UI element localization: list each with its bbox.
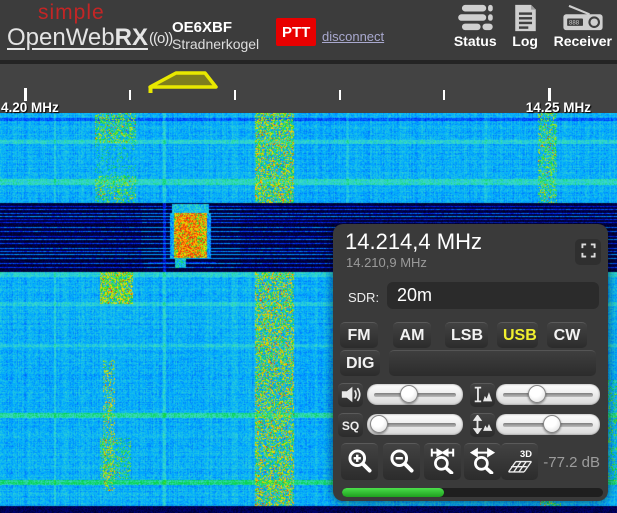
nav-label-log: Log: [512, 33, 538, 49]
mode-button-fm[interactable]: FM: [340, 322, 378, 348]
zoom-out-button[interactable]: [383, 443, 420, 480]
nav-item-log[interactable]: Log: [512, 4, 539, 49]
slider-thumb[interactable]: [543, 415, 561, 433]
svg-text:888: 888: [569, 21, 580, 27]
zoom-out-icon: [388, 447, 415, 477]
nav-item-receiver[interactable]: 888 Receiver: [554, 4, 612, 49]
receiver-panel: 14.214,4 MHz 14.210,9 MHz SDR: 20m FM AM…: [333, 224, 608, 501]
digimode-select[interactable]: [389, 350, 596, 376]
passband-indicator[interactable]: [0, 64, 617, 117]
zoom-selection-icon: [429, 447, 456, 477]
header-nav: Status Log 888: [454, 4, 612, 49]
squelch-slider[interactable]: [367, 414, 463, 435]
waterfall-max-button[interactable]: [470, 383, 495, 407]
waterfall-max-slider[interactable]: [496, 384, 600, 405]
header: simple OpenWebRX((o)) OE6XBF Stradnerkog…: [0, 0, 617, 60]
zoom-in-button[interactable]: [341, 443, 378, 480]
openwebrx-app: simple OpenWebRX((o)) OE6XBF Stradnerkog…: [0, 0, 617, 513]
logo-text-bold: RX: [115, 24, 148, 51]
station-info: OE6XBF Stradnerkogel: [172, 19, 259, 53]
sdr-profile-select[interactable]: 20m: [387, 282, 599, 309]
waterfall-max-icon: [472, 385, 494, 407]
disconnect-link[interactable]: disconnect: [322, 29, 384, 44]
log-document-icon: [512, 4, 539, 32]
slider-track: [503, 393, 593, 397]
waterfall-min-icon: [472, 415, 494, 437]
zoom-full-out-button[interactable]: [464, 443, 501, 480]
frequency-scale[interactable]: 4.20 MHz 14.25 MHz: [0, 60, 617, 113]
zoom-full-out-icon: [469, 447, 496, 477]
speaker-icon: [340, 385, 362, 407]
ptt-button[interactable]: PTT: [276, 18, 316, 46]
fullscreen-button[interactable]: [575, 239, 601, 265]
signal-level-readout: -77.2 dB: [508, 454, 600, 471]
slider-thumb[interactable]: [528, 385, 546, 403]
waterfall-auto-button[interactable]: [470, 413, 495, 437]
openwebrx-logo[interactable]: OpenWebRX((o)): [7, 24, 172, 52]
receiver-radio-icon: 888: [561, 4, 605, 32]
squelch-button[interactable]: SQ: [338, 413, 363, 437]
mute-button[interactable]: [338, 383, 363, 407]
mode-button-usb[interactable]: USB: [497, 322, 538, 348]
station-location: Stradnerkogel: [172, 36, 259, 53]
expand-corners-icon: [581, 243, 596, 261]
banner-simple: simple: [38, 1, 105, 25]
zoom-selection-button[interactable]: [424, 443, 461, 480]
waterfall-min-slider[interactable]: [496, 414, 600, 435]
logo-text: OpenWeb: [7, 24, 115, 51]
mode-button-dig[interactable]: DIG: [340, 350, 380, 376]
station-callsign: OE6XBF: [172, 19, 259, 36]
smeter-fill: [342, 488, 444, 497]
mode-button-am[interactable]: AM: [393, 322, 431, 348]
antenna-icon: ((o)): [149, 30, 172, 47]
center-frequency-display: 14.210,9 MHz: [346, 255, 427, 270]
nav-label-status: Status: [454, 33, 497, 49]
tuned-frequency-display[interactable]: 14.214,4 MHz: [345, 229, 482, 255]
mode-button-cw[interactable]: CW: [547, 322, 587, 348]
sdr-label: SDR:: [348, 290, 379, 305]
volume-slider[interactable]: [367, 384, 463, 405]
status-sliders-icon: [456, 4, 494, 32]
slider-thumb[interactable]: [370, 415, 388, 433]
slider-thumb[interactable]: [400, 385, 418, 403]
nav-item-status[interactable]: Status: [454, 4, 497, 49]
smeter-bar: [342, 488, 603, 497]
mode-button-lsb[interactable]: LSB: [445, 322, 488, 348]
nav-label-receiver: Receiver: [554, 33, 612, 49]
zoom-in-icon: [346, 447, 373, 477]
